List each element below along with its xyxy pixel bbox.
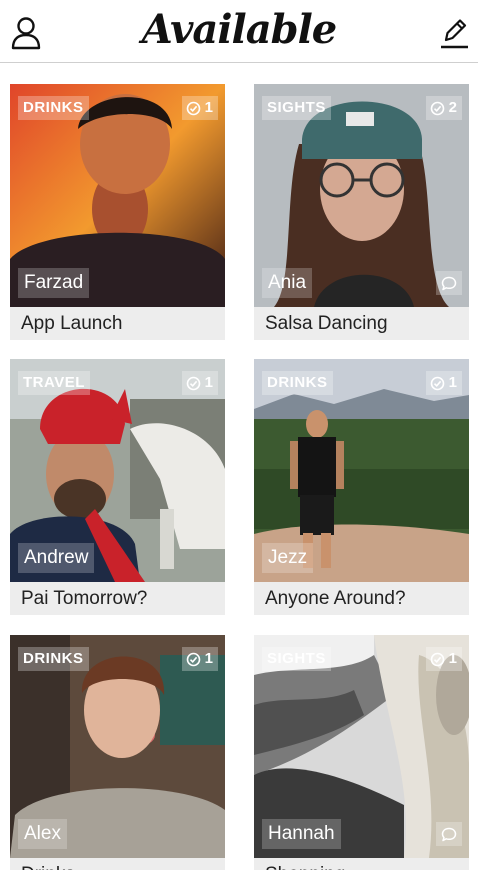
- category-tag: SIGHTS: [262, 96, 331, 120]
- attendee-count[interactable]: 1: [181, 647, 218, 671]
- attendee-count-value: 2: [448, 99, 457, 116]
- category-tag: DRINKS: [18, 96, 89, 120]
- activity-caption: Salsa Dancing: [254, 307, 469, 340]
- pencil-edit-icon: [441, 19, 468, 49]
- check-circle-icon: [430, 652, 444, 666]
- attendee-count[interactable]: 2: [425, 96, 462, 120]
- attendee-count[interactable]: 1: [425, 371, 462, 395]
- activity-caption: Anyone Around?: [254, 582, 469, 615]
- activity-caption: Pai Tomorrow?: [10, 582, 225, 615]
- attendee-count-value: 1: [204, 374, 213, 391]
- activity-caption: App Launch: [10, 307, 225, 340]
- category-tag: DRINKS: [262, 371, 333, 395]
- activity-caption: Shopping: [254, 858, 469, 870]
- speech-bubble-icon: [441, 276, 457, 290]
- person-name: Hannah: [262, 819, 341, 849]
- speech-bubble-icon: [441, 827, 457, 841]
- attendee-count-value: 1: [204, 650, 213, 667]
- attendee-count-value: 1: [204, 99, 213, 116]
- category-tag: SIGHTS: [262, 647, 331, 671]
- person-name: Farzad: [18, 268, 90, 298]
- attendee-count[interactable]: 1: [425, 647, 462, 671]
- check-circle-icon: [186, 376, 200, 390]
- attendee-count[interactable]: 1: [181, 96, 218, 120]
- compose-button[interactable]: [438, 16, 470, 50]
- check-circle-icon: [430, 101, 444, 115]
- chat-button[interactable]: [436, 822, 462, 846]
- attendee-count[interactable]: 1: [181, 371, 218, 395]
- person-name: Ania: [262, 268, 313, 298]
- check-circle-icon: [186, 652, 200, 666]
- check-circle-icon: [430, 376, 444, 390]
- app-title: Available: [141, 6, 338, 53]
- check-circle-icon: [186, 101, 200, 115]
- attendee-count-value: 1: [448, 650, 457, 667]
- activity-caption: Drinks: [10, 858, 225, 870]
- category-tag: TRAVEL: [18, 371, 90, 395]
- category-tag: DRINKS: [18, 647, 89, 671]
- app-header: Available: [0, 0, 478, 63]
- attendee-count-value: 1: [448, 374, 457, 391]
- person-name: Alex: [18, 819, 67, 849]
- person-name: Jezz: [262, 543, 314, 573]
- chat-button[interactable]: [436, 271, 462, 295]
- person-name: Andrew: [18, 543, 95, 573]
